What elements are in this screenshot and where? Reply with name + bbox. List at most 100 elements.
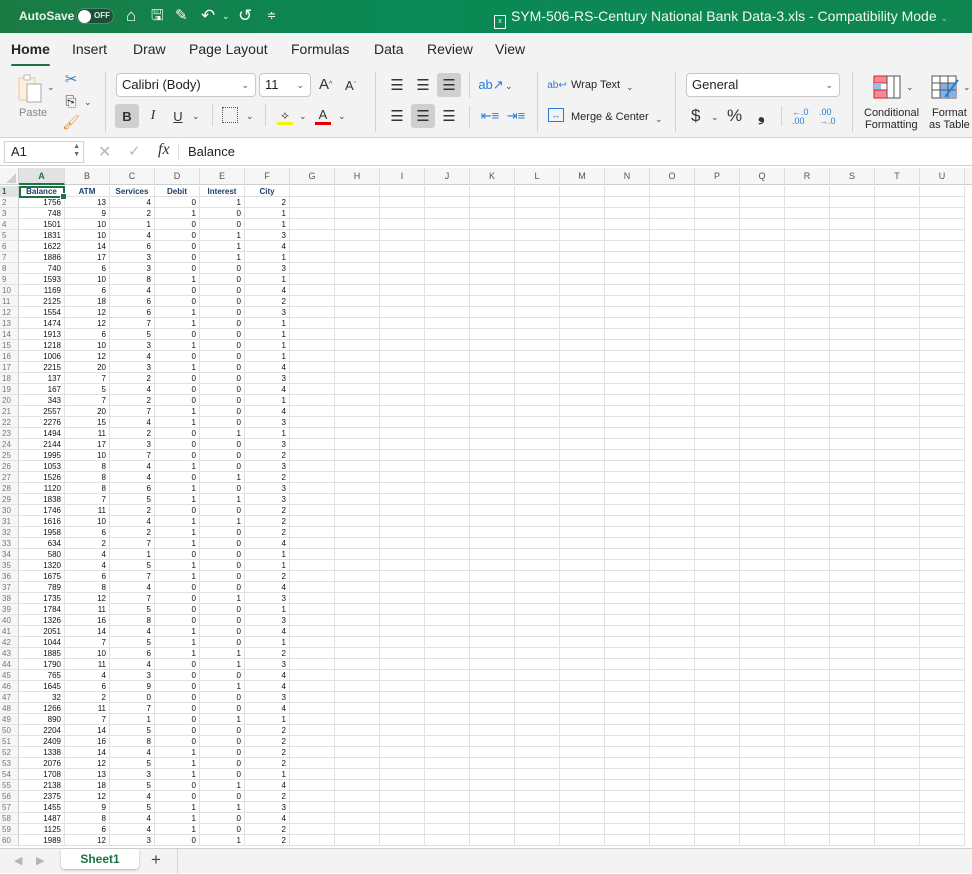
cell-s51[interactable] bbox=[830, 736, 875, 747]
cell-k60[interactable] bbox=[470, 835, 515, 846]
cell-b38[interactable]: 12 bbox=[65, 593, 110, 604]
cell-j15[interactable] bbox=[425, 340, 470, 351]
cell-b59[interactable]: 6 bbox=[65, 824, 110, 835]
cell-n55[interactable] bbox=[605, 780, 650, 791]
cell-a27[interactable]: 1526 bbox=[19, 472, 65, 483]
cell-d31[interactable]: 1 bbox=[155, 516, 200, 527]
cell-n24[interactable] bbox=[605, 439, 650, 450]
cell-q40[interactable] bbox=[740, 615, 785, 626]
cell-k11[interactable] bbox=[470, 296, 515, 307]
column-header-g[interactable]: G bbox=[290, 168, 335, 185]
cell-s20[interactable] bbox=[830, 395, 875, 406]
cell-e27[interactable]: 1 bbox=[200, 472, 245, 483]
cell-k4[interactable] bbox=[470, 219, 515, 230]
cell-i33[interactable] bbox=[380, 538, 425, 549]
cell-m20[interactable] bbox=[560, 395, 605, 406]
cell-g18[interactable] bbox=[290, 373, 335, 384]
cell-b60[interactable]: 12 bbox=[65, 835, 110, 846]
column-header-c[interactable]: C bbox=[110, 168, 155, 185]
cell-e21[interactable]: 0 bbox=[200, 406, 245, 417]
cell-k59[interactable] bbox=[470, 824, 515, 835]
decrease-decimal-icon[interactable]: .00 →.0 bbox=[819, 108, 836, 126]
cell-o43[interactable] bbox=[650, 648, 695, 659]
cell-l39[interactable] bbox=[515, 604, 560, 615]
cell-j16[interactable] bbox=[425, 351, 470, 362]
cell-n49[interactable] bbox=[605, 714, 650, 725]
cell-g25[interactable] bbox=[290, 450, 335, 461]
cell-m6[interactable] bbox=[560, 241, 605, 252]
row-header[interactable]: 59 bbox=[0, 824, 19, 835]
cell-f51[interactable]: 2 bbox=[245, 736, 290, 747]
cell-f30[interactable]: 2 bbox=[245, 505, 290, 516]
add-sheet-button[interactable]: + bbox=[151, 850, 161, 870]
cell-q31[interactable] bbox=[740, 516, 785, 527]
cell-p5[interactable] bbox=[695, 230, 740, 241]
cell-p10[interactable] bbox=[695, 285, 740, 296]
cell-o34[interactable] bbox=[650, 549, 695, 560]
percent-button[interactable]: % bbox=[727, 106, 742, 126]
cell-o23[interactable] bbox=[650, 428, 695, 439]
cell-q54[interactable] bbox=[740, 769, 785, 780]
cell-k3[interactable] bbox=[470, 208, 515, 219]
cell-a56[interactable]: 2375 bbox=[19, 791, 65, 802]
cell-l6[interactable] bbox=[515, 241, 560, 252]
cell-o42[interactable] bbox=[650, 637, 695, 648]
cell-l8[interactable] bbox=[515, 263, 560, 274]
cell-b30[interactable]: 11 bbox=[65, 505, 110, 516]
cell-h16[interactable] bbox=[335, 351, 380, 362]
row-header[interactable]: 17 bbox=[0, 362, 19, 373]
cell-d48[interactable]: 0 bbox=[155, 703, 200, 714]
cell-a21[interactable]: 2557 bbox=[19, 406, 65, 417]
cell-k6[interactable] bbox=[470, 241, 515, 252]
cell-p36[interactable] bbox=[695, 571, 740, 582]
cell-k15[interactable] bbox=[470, 340, 515, 351]
cell-g5[interactable] bbox=[290, 230, 335, 241]
cell-i46[interactable] bbox=[380, 681, 425, 692]
cell-b5[interactable]: 10 bbox=[65, 230, 110, 241]
cell-d33[interactable]: 1 bbox=[155, 538, 200, 549]
cell-n26[interactable] bbox=[605, 461, 650, 472]
cell-b31[interactable]: 10 bbox=[65, 516, 110, 527]
cell-l14[interactable] bbox=[515, 329, 560, 340]
cell-f24[interactable]: 3 bbox=[245, 439, 290, 450]
row-header[interactable]: 20 bbox=[0, 395, 19, 406]
cell-o10[interactable] bbox=[650, 285, 695, 296]
font-size-select[interactable]: 11 ⌄ bbox=[259, 73, 311, 97]
cell-b32[interactable]: 6 bbox=[65, 527, 110, 538]
cell-q12[interactable] bbox=[740, 307, 785, 318]
cell-b35[interactable]: 4 bbox=[65, 560, 110, 571]
cell-j14[interactable] bbox=[425, 329, 470, 340]
cell-h54[interactable] bbox=[335, 769, 380, 780]
row-header[interactable]: 4 bbox=[0, 219, 19, 230]
cell-i50[interactable] bbox=[380, 725, 425, 736]
cell-i54[interactable] bbox=[380, 769, 425, 780]
cell-e19[interactable]: 0 bbox=[200, 384, 245, 395]
cell-q20[interactable] bbox=[740, 395, 785, 406]
currency-dropdown-icon[interactable]: ⌄ bbox=[711, 112, 719, 123]
cell-o15[interactable] bbox=[650, 340, 695, 351]
cell-j46[interactable] bbox=[425, 681, 470, 692]
cell-q60[interactable] bbox=[740, 835, 785, 846]
cell-u6[interactable] bbox=[920, 241, 965, 252]
cell-p18[interactable] bbox=[695, 373, 740, 384]
cell-m5[interactable] bbox=[560, 230, 605, 241]
cell-h40[interactable] bbox=[335, 615, 380, 626]
cell-j59[interactable] bbox=[425, 824, 470, 835]
cell-f27[interactable]: 2 bbox=[245, 472, 290, 483]
cell-r56[interactable] bbox=[785, 791, 830, 802]
cell-d8[interactable]: 0 bbox=[155, 263, 200, 274]
enter-icon[interactable]: ✓ bbox=[128, 142, 141, 160]
cell-i56[interactable] bbox=[380, 791, 425, 802]
row-header[interactable]: 38 bbox=[0, 593, 19, 604]
cell-t50[interactable] bbox=[875, 725, 920, 736]
cell-j3[interactable] bbox=[425, 208, 470, 219]
cell-q4[interactable] bbox=[740, 219, 785, 230]
cell-i10[interactable] bbox=[380, 285, 425, 296]
cell-p56[interactable] bbox=[695, 791, 740, 802]
row-header[interactable]: 43 bbox=[0, 648, 19, 659]
cell-l55[interactable] bbox=[515, 780, 560, 791]
cell-h3[interactable] bbox=[335, 208, 380, 219]
cell-d3[interactable]: 1 bbox=[155, 208, 200, 219]
column-header-b[interactable]: B bbox=[65, 168, 110, 185]
cell-g33[interactable] bbox=[290, 538, 335, 549]
